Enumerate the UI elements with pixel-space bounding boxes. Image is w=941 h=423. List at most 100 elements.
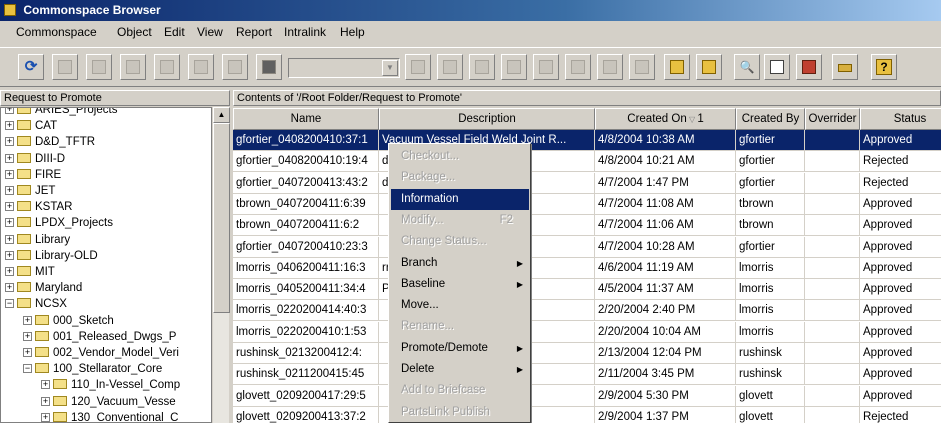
tree-item[interactable]: +130_Conventional_C	[41, 410, 178, 422]
table-row[interactable]: tbrown_0407200411:6:39 4/7/2004 11:08 AM t…	[233, 193, 941, 215]
properties-button[interactable]	[154, 54, 180, 80]
tree-scrollbar[interactable]: ▲	[212, 107, 230, 423]
expand-icon[interactable]: +	[5, 153, 14, 163]
key-button[interactable]	[832, 54, 858, 80]
notes-button[interactable]	[696, 54, 722, 80]
column-header-created-on[interactable]: Created On ▽ 1	[595, 108, 736, 130]
view-combo[interactable]: ▼	[288, 58, 400, 78]
menu-item-information[interactable]: Information	[391, 188, 529, 210]
tree-item[interactable]: +001_Released_Dwgs_P	[23, 329, 176, 345]
expand-icon[interactable]: +	[5, 202, 14, 212]
tree-item[interactable]: + Maryland	[5, 280, 82, 296]
workspace-button[interactable]	[405, 54, 431, 80]
promote-button[interactable]	[469, 54, 495, 80]
expand-icon[interactable]: +	[23, 315, 32, 325]
tree-item[interactable]: + MIT	[5, 264, 55, 280]
search-button[interactable]	[629, 54, 655, 80]
tree-item[interactable]: + LPDX_Projects	[5, 215, 113, 231]
column-header-name[interactable]: Name	[233, 108, 379, 130]
expand-icon[interactable]: +	[5, 169, 14, 179]
tree-item[interactable]: − 100_Stellarator_Core	[23, 361, 162, 377]
expand-icon[interactable]: +	[41, 396, 50, 406]
chevron-down-icon[interactable]: ▼	[382, 60, 398, 76]
table-row[interactable]: glovett_0209200413:37:2 2/9/2004 1:37 PM g…	[233, 406, 941, 423]
export-button[interactable]	[565, 54, 591, 80]
report-button[interactable]	[664, 54, 690, 80]
menu-commonspace[interactable]: Commonspace	[16, 25, 97, 39]
menu-intralink[interactable]: Intralink	[284, 25, 326, 39]
release-button[interactable]	[437, 54, 463, 80]
refresh-button[interactable]: ⟳	[18, 54, 44, 80]
folder-button[interactable]	[597, 54, 623, 80]
tree-item[interactable]: + ARIES_Projects	[5, 108, 117, 118]
expand-icon[interactable]: +	[5, 218, 14, 228]
menu-item-branch[interactable]: Branch ▶	[391, 253, 529, 274]
expand-icon[interactable]: +	[5, 137, 14, 147]
table-row[interactable]: gfortier_0408200410:37:1 Vacuum Vessel Fi…	[233, 130, 941, 151]
history-button[interactable]	[533, 54, 559, 80]
menu-edit[interactable]: Edit	[164, 25, 185, 39]
collapse-icon[interactable]: −	[23, 364, 32, 374]
checkin-button[interactable]	[52, 54, 78, 80]
expand-icon[interactable]: +	[41, 412, 50, 422]
column-header-overrider[interactable]: Overrider	[805, 108, 860, 130]
scroll-thumb[interactable]	[213, 123, 230, 313]
tree-item[interactable]: + DIII-D	[5, 151, 65, 167]
tree-item[interactable]: + KSTAR	[5, 199, 73, 215]
menu-object[interactable]: Object	[117, 25, 152, 39]
tree-item[interactable]: +000_Sketch	[23, 313, 114, 329]
expand-icon[interactable]: +	[5, 267, 14, 276]
menu-item-move[interactable]: Move...	[391, 295, 529, 316]
column-header-created-by[interactable]: Created By	[736, 108, 805, 130]
tree-item[interactable]: + CAT	[5, 118, 57, 134]
expand-icon[interactable]: +	[5, 250, 14, 260]
expand-icon[interactable]: +	[5, 186, 14, 195]
scroll-up-icon[interactable]: ▲	[213, 107, 230, 123]
tree-item[interactable]: + FIRE	[5, 167, 61, 183]
table-row[interactable]: glovett_0209200417:29:5 2/9/2004 5:30 PM g…	[233, 385, 941, 407]
expand-icon[interactable]: +	[23, 348, 32, 357]
table-row[interactable]: lmorris_0220200410:1:53 2/20/2004 10:04 A…	[233, 321, 941, 343]
move-button[interactable]	[188, 54, 214, 80]
update-button[interactable]	[120, 54, 146, 80]
help-button[interactable]: ?	[871, 54, 897, 80]
checklist-button[interactable]	[764, 54, 790, 80]
tree-item[interactable]: +120_Vacuum_Vesse	[41, 394, 176, 410]
table-row[interactable]: gfortier_0407200413:43:2d Joint R...4/7/…	[233, 172, 941, 194]
table-row[interactable]: rushinsk_0211200415:45 2/11/2004 3:45 PM r…	[233, 364, 941, 386]
column-header-desc[interactable]: Description	[379, 108, 595, 130]
expand-icon[interactable]: +	[5, 121, 14, 131]
menu-item-baseline[interactable]: Baseline ▶	[391, 274, 529, 295]
expand-icon[interactable]: +	[5, 283, 14, 293]
tree-item[interactable]: +002_Vendor_Model_Veri	[23, 345, 179, 361]
expand-icon[interactable]: +	[23, 331, 32, 341]
expand-icon[interactable]: +	[41, 380, 50, 390]
table-row[interactable]: lmorris_0220200414:40:3 2/20/2004 2:40 PM…	[233, 300, 941, 322]
menu-view[interactable]: View	[197, 25, 223, 39]
table-row[interactable]: gfortier_0407200410:23:3 4/7/2004 10:28 A…	[233, 236, 941, 258]
menu-item-delete[interactable]: Delete ▶	[391, 359, 529, 380]
tree-item[interactable]: + D&D_TFTR	[5, 134, 95, 150]
locate-button[interactable]	[796, 54, 822, 80]
tree-item[interactable]: + JET	[5, 183, 55, 199]
table-button[interactable]	[256, 54, 282, 80]
menu-item-promote-demote[interactable]: Promote/Demote ▶	[391, 338, 529, 359]
menu-report[interactable]: Report	[236, 25, 272, 39]
tree-item[interactable]: +110_In-Vessel_Comp	[41, 377, 180, 393]
table-row[interactable]: lmorris_0406200411:16:3rry, but so...4/6…	[233, 257, 941, 279]
menu-help[interactable]: Help	[340, 25, 365, 39]
column-header-status[interactable]: Status	[860, 108, 941, 130]
compare-button[interactable]	[501, 54, 527, 80]
delete-button[interactable]	[222, 54, 248, 80]
tree-item[interactable]: + Library	[5, 232, 70, 248]
table-row[interactable]: rushinsk_0213200412:4: 2/13/2004 12:04 PM…	[233, 343, 941, 364]
checkout-button[interactable]	[86, 54, 112, 80]
collapse-icon[interactable]: −	[5, 299, 14, 309]
table-row[interactable]: lmorris_0405200411:34:4PULATOR4/5/2004 1…	[233, 279, 941, 301]
find-button[interactable]: 🔍	[734, 54, 760, 80]
table-row[interactable]: gfortier_0408200410:19:4d Joint R...4/8/…	[233, 151, 941, 173]
tree-item[interactable]: + Library-OLD	[5, 248, 98, 264]
tree-item[interactable]: − NCSX	[5, 296, 67, 312]
expand-icon[interactable]: +	[5, 234, 14, 244]
expand-icon[interactable]: +	[5, 108, 14, 114]
